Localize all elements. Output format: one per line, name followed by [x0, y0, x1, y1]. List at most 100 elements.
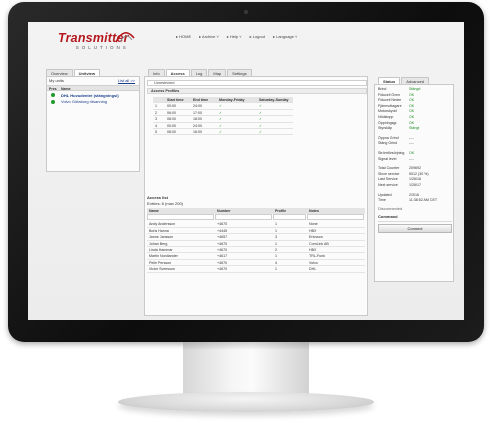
filter-input[interactable]	[273, 214, 306, 221]
acl-cell: +4670	[217, 260, 228, 265]
profile-cell: 3	[155, 117, 157, 122]
acl-cell: Pelle Persson	[149, 260, 172, 265]
webcam-icon	[244, 10, 248, 14]
day-check-icon: ✓	[259, 123, 263, 128]
monitor-stand-shadow	[183, 342, 309, 350]
status-panel: Brind Stängd Fiducell Öven OK Fiducell Nedre…	[374, 84, 454, 282]
status-row: Fjärrmottagare OK	[378, 104, 454, 109]
unit-row[interactable]: DHL Huvudentré (stängningsl)	[47, 92, 139, 98]
app-header: Transmitter SOLUTIONS ▸ HOME ▸ Archive ˅…	[28, 22, 464, 64]
status-key: Brind	[378, 87, 387, 91]
status-key: Fiducell Öven	[378, 92, 400, 97]
nav-help[interactable]: ▸ Help ˅	[227, 34, 242, 39]
status-value: OK	[409, 109, 415, 114]
top-nav: ▸ HOME ▸ Archive ˅ ▸ Help ˅ ▸ Logout ▸ L…	[176, 34, 297, 39]
acl-cell: 3	[275, 235, 277, 240]
acl-cell: Martin Nordlander	[149, 254, 178, 259]
unit-row[interactable]: Volvo Götaborg ritsanning	[47, 99, 139, 105]
status-row: Updated 2/3/16	[378, 193, 454, 198]
col-pres: Pres	[49, 86, 57, 91]
filter-input[interactable]	[307, 214, 364, 221]
profile-row[interactable]: 5 08:00 16:00 ✓ ✓	[153, 129, 293, 136]
profile-cell: 1	[155, 104, 157, 109]
unit-name[interactable]: Volvo Götaborg ritsanning	[61, 99, 107, 104]
acl-filter-row	[147, 214, 365, 221]
status-row: Fiducell Öven OK	[378, 93, 454, 98]
profile-cell: 08:00	[167, 129, 176, 134]
day-check-icon: ✓	[219, 117, 223, 122]
filter-input[interactable]	[215, 214, 272, 221]
logo: Transmitter SOLUTIONS	[58, 31, 135, 50]
nav-home[interactable]: ▸ HOME	[176, 34, 191, 39]
profiles-column-header: Start time	[167, 98, 184, 102]
status-row: Fiducell Nedre OK	[378, 98, 454, 103]
profiles-column-header: End time	[193, 98, 209, 102]
status-row: Time 11:38:52 AM CET	[378, 198, 454, 203]
units-panel: My units List all >> Pres Name DHL Huvud…	[46, 76, 140, 172]
status-value: ----	[409, 141, 414, 146]
profile-cell: 00:00	[167, 123, 176, 128]
status-key: Updated	[378, 192, 392, 197]
status-value: OK	[409, 115, 415, 119]
acl-column-header[interactable]: Number	[215, 208, 273, 213]
profile-cell: 06:00	[167, 110, 176, 115]
connection-status: Disconnected	[378, 205, 403, 211]
access-list-title: Access list	[147, 195, 168, 200]
connect-button[interactable]: Connect	[378, 223, 452, 233]
access-profiles-table: Start time End time Monday-Friday Saturday-…	[153, 97, 293, 136]
acl-cell: None	[309, 222, 318, 227]
acl-cell: +4670	[217, 267, 228, 272]
status-value: OK	[409, 103, 415, 108]
acl-cell: Ericsson	[309, 235, 323, 240]
access-profiles-header[interactable]: Access Profiles	[147, 88, 367, 94]
status-key: Öppna Grind	[378, 135, 399, 140]
unrestricted-label: Unrestricted	[154, 81, 175, 86]
units-title: My units	[49, 78, 64, 83]
day-check-icon: ✓	[259, 117, 263, 122]
nav-language[interactable]: ▸ Language ˅	[273, 34, 297, 39]
filter-input[interactable]	[147, 214, 214, 221]
logo-subtitle: SOLUTIONS	[75, 45, 129, 50]
status-key: Last Service	[378, 177, 398, 182]
status-row: Signal level ----	[378, 157, 454, 162]
acl-cell: HBX	[309, 247, 317, 252]
acl-column-header[interactable]: Profile	[273, 208, 307, 213]
acl-cell: Janne Jansson	[149, 235, 174, 240]
day-check-icon: ✓	[259, 129, 263, 134]
status-row: Nödstopp OK	[378, 115, 454, 120]
nav-archive[interactable]: ▸ Archive ˅	[199, 34, 219, 39]
acl-column-header[interactable]: Name	[147, 208, 215, 213]
acl-cell: Volvo	[309, 260, 318, 265]
acl-cell: Victor Svensson	[149, 267, 175, 272]
status-key: Strömförsörjning	[378, 151, 405, 155]
acl-row[interactable]: Victor Svensson +4670 1 DHL	[147, 266, 365, 273]
status-row: Brind Stängd	[378, 87, 454, 92]
status-value: OK	[409, 98, 415, 103]
status-value: 1/26/16	[409, 177, 421, 182]
profiles-column-header: Monday-Friday	[219, 98, 245, 102]
col-name: Name	[61, 86, 71, 91]
acl-cell: +4670	[217, 247, 228, 252]
nav-logout[interactable]: ▸ Logout	[250, 34, 265, 39]
status-value: Stängt	[409, 126, 420, 131]
day-check-icon: ✓	[219, 110, 223, 115]
day-check-icon: ✓	[219, 129, 223, 134]
unrestricted-checkbox[interactable]: Unrestricted	[147, 80, 367, 86]
acl-cell: +4617	[217, 254, 228, 259]
status-value: OK	[409, 151, 415, 155]
acl-cell: DHL	[309, 267, 317, 272]
profile-cell: 16:00	[193, 129, 202, 134]
status-row: Motorskydd OK	[378, 109, 454, 114]
units-column-header: Pres Name	[47, 85, 139, 91]
profile-cell: 24:00	[193, 123, 202, 128]
status-row: Since service 5012 (30 %)	[378, 172, 454, 177]
logo-arc-icon	[115, 32, 135, 43]
status-key: Motorskydd	[378, 109, 397, 114]
status-value: Stängd	[409, 87, 421, 91]
status-value: 209692	[409, 166, 421, 171]
status-value: OK	[409, 92, 415, 97]
profiles-column-header: Saturday-Sunday	[259, 98, 289, 102]
list-all-link[interactable]: List all >>	[118, 78, 135, 83]
unit-name[interactable]: DHL Huvudentré (stängningsl)	[61, 93, 119, 98]
acl-column-header[interactable]: Notes	[307, 208, 365, 213]
